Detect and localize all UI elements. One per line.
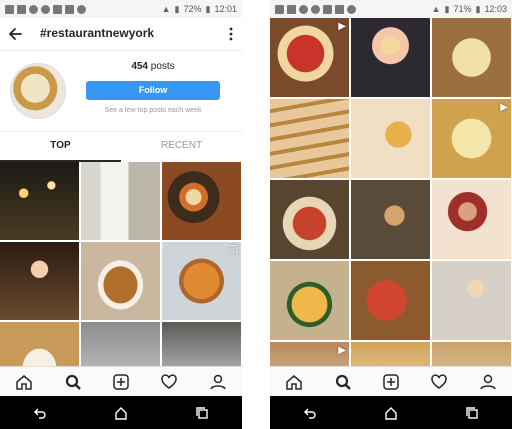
video-icon: ▶ xyxy=(338,345,346,356)
facebook-icon xyxy=(17,4,26,14)
search-icon[interactable] xyxy=(64,373,82,391)
post-count-line: 454 posts xyxy=(86,61,220,72)
status-bar: ▲ ▮ 72% ▮ 12:01 xyxy=(0,0,242,18)
back-arrow-icon[interactable] xyxy=(6,24,26,44)
multi-photo-icon: ❐ xyxy=(229,245,238,256)
follow-hint: See a few top posts each week xyxy=(104,107,202,114)
heart-icon[interactable] xyxy=(160,373,178,391)
post-thumbnail[interactable] xyxy=(81,162,160,240)
android-navigation-bar xyxy=(270,396,512,429)
notification-icons xyxy=(5,4,162,14)
mail-icon xyxy=(53,4,62,14)
wifi-icon: ▲ xyxy=(431,4,441,14)
post-thumbnail[interactable] xyxy=(0,162,79,240)
post-thumbnail[interactable] xyxy=(351,99,430,178)
pinterest-icon xyxy=(41,4,50,14)
home-icon[interactable] xyxy=(15,373,33,391)
tab-recent[interactable]: RECENT xyxy=(121,132,242,162)
battery-icon: ▮ xyxy=(475,3,481,14)
profile-icon[interactable] xyxy=(479,373,497,391)
post-thumbnail[interactable] xyxy=(432,180,511,259)
android-home-icon[interactable] xyxy=(384,406,398,420)
status-time: 12:01 xyxy=(214,4,237,14)
header-bar: #restaurantnewyork xyxy=(0,18,242,51)
android-recents-icon[interactable] xyxy=(465,406,479,420)
post-count-label: posts xyxy=(150,61,175,72)
notification-icons xyxy=(275,4,432,14)
image-icon xyxy=(335,4,344,14)
post-grid: ▶ ▶ ▶ xyxy=(270,18,511,421)
post-thumbnail[interactable] xyxy=(270,261,349,340)
app-notification-icon xyxy=(5,4,14,14)
follow-button[interactable]: Follow xyxy=(86,81,220,100)
profile-icon[interactable] xyxy=(209,373,227,391)
phone-right-screen: ▲ ▮ 71% ▮ 12:03 ▶ ▶ ▶ xyxy=(270,0,512,429)
post-thumbnail[interactable] xyxy=(351,18,430,97)
post-thumbnail[interactable] xyxy=(81,242,160,320)
signal-icon: ▮ xyxy=(174,3,180,14)
post-grid: ❐ xyxy=(0,162,241,400)
search-icon[interactable] xyxy=(334,373,352,391)
post-thumbnail[interactable] xyxy=(351,261,430,340)
phone-left-screen: ▲ ▮ 72% ▮ 12:01 #restaurantnewyork 454 p… xyxy=(0,0,242,429)
battery-percent: 71% xyxy=(453,4,472,14)
post-count: 454 xyxy=(131,61,148,72)
wifi-icon: ▲ xyxy=(161,4,171,14)
facebook-icon xyxy=(287,4,296,14)
mail-icon xyxy=(323,4,332,14)
video-icon: ▶ xyxy=(338,21,346,32)
more-vert-icon[interactable] xyxy=(228,26,234,42)
android-navigation-bar xyxy=(0,396,242,429)
add-icon[interactable] xyxy=(112,373,130,391)
post-thumbnail[interactable] xyxy=(351,180,430,259)
home-icon[interactable] xyxy=(285,373,303,391)
post-thumbnail[interactable]: ▶ xyxy=(270,18,349,97)
bottom-navigation xyxy=(270,366,512,397)
post-thumbnail[interactable]: ▶ xyxy=(432,99,511,178)
post-thumbnail[interactable]: ❐ xyxy=(162,242,241,320)
bottom-navigation xyxy=(0,366,242,397)
image-icon xyxy=(65,4,74,14)
post-thumbnail[interactable] xyxy=(270,99,349,178)
add-icon[interactable] xyxy=(382,373,400,391)
notification-dot-icon xyxy=(77,4,86,14)
notification-dot-icon xyxy=(347,4,356,14)
pinterest-icon xyxy=(311,4,320,14)
pinterest-icon xyxy=(299,4,308,14)
signal-icon: ▮ xyxy=(444,3,450,14)
post-thumbnail[interactable] xyxy=(270,180,349,259)
status-time: 12:03 xyxy=(484,4,507,14)
status-bar: ▲ ▮ 71% ▮ 12:03 xyxy=(270,0,512,18)
pinterest-icon xyxy=(29,4,38,14)
heart-icon[interactable] xyxy=(430,373,448,391)
post-thumbnail[interactable] xyxy=(0,242,79,320)
post-thumbnail[interactable] xyxy=(432,18,511,97)
video-icon: ▶ xyxy=(500,102,508,113)
hashtag-title: #restaurantnewyork xyxy=(40,26,155,40)
battery-percent: 72% xyxy=(183,4,202,14)
hashtag-avatar xyxy=(10,63,66,119)
android-back-icon[interactable] xyxy=(33,406,47,420)
battery-icon: ▮ xyxy=(205,3,211,14)
android-recents-icon[interactable] xyxy=(195,406,209,420)
tab-top[interactable]: TOP xyxy=(0,132,121,162)
app-notification-icon xyxy=(275,4,284,14)
post-tabs: TOP RECENT xyxy=(0,131,242,162)
hashtag-profile-section: 454 posts Follow See a few top posts eac… xyxy=(0,51,242,131)
post-thumbnail[interactable] xyxy=(162,162,241,240)
android-back-icon[interactable] xyxy=(303,406,317,420)
post-thumbnail[interactable] xyxy=(432,261,511,340)
android-home-icon[interactable] xyxy=(114,406,128,420)
